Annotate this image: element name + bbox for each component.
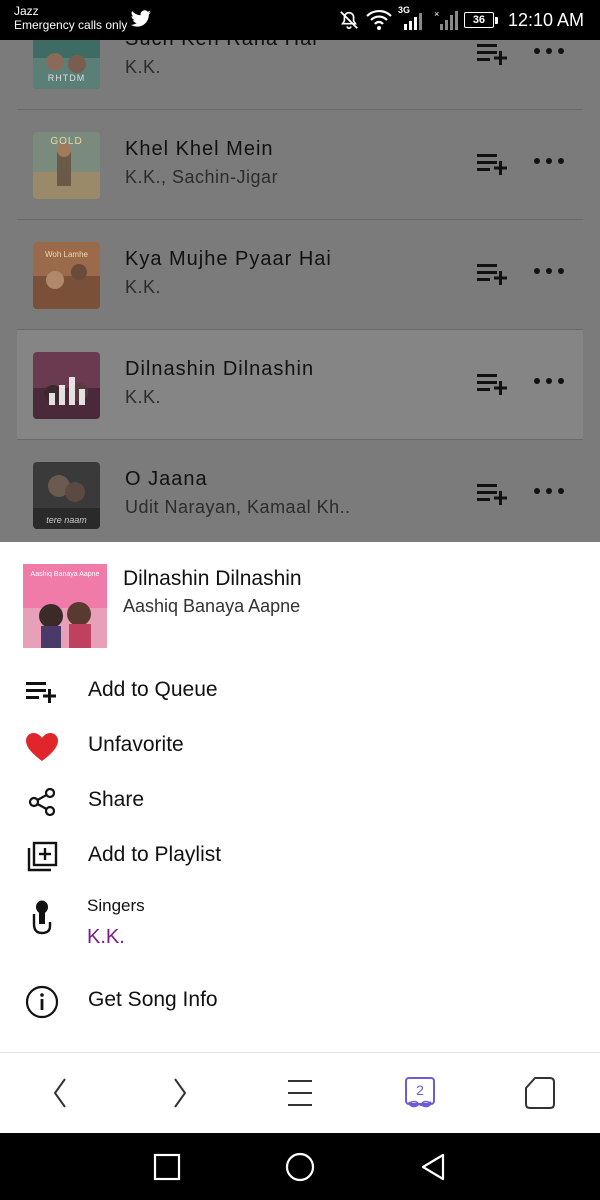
add-to-queue-option[interactable]: Add to Queue — [0, 666, 600, 716]
song-title: O Jaana — [125, 468, 208, 490]
song-artist: K.K. — [125, 277, 162, 297]
share-label: Share — [88, 788, 145, 811]
browser-nav-bar: 2 — [0, 1052, 600, 1133]
heart-icon — [24, 729, 60, 765]
song-artist: Udit Narayan, Kamaal Kh.. — [125, 497, 351, 517]
equalizer-icon — [33, 352, 100, 419]
song-cover: Woh Lamhe — [33, 242, 100, 309]
home-button[interactable] — [518, 1073, 562, 1113]
sheet-header: Aashiq Banaya Aapne Dilnashin Dilnashin … — [23, 564, 583, 650]
singers-option[interactable]: Singers K.K. — [0, 896, 600, 966]
add-to-playlist-label: Add to Playlist — [88, 843, 222, 866]
back-triangle-icon[interactable] — [417, 1151, 449, 1183]
song-row[interactable]: RHTDM Such Keh Raha Hai K.K. — [17, 40, 583, 110]
forward-button[interactable] — [158, 1073, 202, 1113]
sheet-album-name: Aashiq Banaya Aapne — [123, 596, 301, 616]
info-icon — [24, 984, 60, 1020]
more-options-icon[interactable] — [531, 484, 567, 498]
tab-count: 2 — [416, 1082, 424, 1098]
get-song-info-label: Get Song Info — [88, 988, 218, 1011]
share-icon — [24, 784, 60, 820]
song-row[interactable]: Woh Lamhe Kya Mujhe Pyaar Hai K.K. — [17, 220, 583, 330]
song-artist: K.K. — [125, 387, 162, 407]
tabs-button[interactable]: 2 — [398, 1073, 442, 1113]
song-title: Kya Mujhe Pyaar Hai — [125, 248, 332, 270]
add-to-queue-icon — [24, 674, 60, 710]
status-bar: Jazz Emergency calls only 3G × 36 12:10 … — [0, 0, 600, 40]
album-cover-text: Aashiq Banaya Aapne — [30, 571, 100, 578]
song-title: Dilnashin Dilnashin — [125, 358, 315, 380]
back-button[interactable] — [38, 1073, 82, 1113]
battery-level: 36 — [463, 12, 494, 28]
sheet-song-title: Dilnashin Dilnashin — [123, 567, 302, 590]
home-icon — [525, 1077, 555, 1109]
add-to-playlist-icon — [24, 839, 60, 875]
more-options-icon[interactable] — [531, 44, 567, 58]
emergency-text: Emergency calls only — [14, 18, 128, 32]
mute-icon — [340, 11, 358, 30]
status-icons: 3G × 36 12:10 AM — [338, 5, 584, 32]
home-circle-icon[interactable] — [284, 1151, 316, 1183]
album-cover: Aashiq Banaya Aapne — [23, 564, 107, 648]
wifi-icon — [366, 9, 392, 30]
microphone-icon — [24, 900, 60, 936]
twitter-icon — [130, 10, 151, 27]
unfavorite-option[interactable]: Unfavorite — [0, 721, 600, 771]
singers-label: Singers — [87, 896, 145, 915]
signal-icon: × — [434, 9, 458, 30]
signal-3g-icon: 3G — [398, 5, 428, 32]
get-song-info-option[interactable]: Get Song Info — [0, 976, 600, 1026]
carrier-info: Jazz Emergency calls only — [14, 4, 127, 32]
add-to-queue-icon[interactable] — [475, 150, 511, 178]
more-options-icon[interactable] — [531, 154, 567, 168]
add-to-queue-label: Add to Queue — [88, 678, 218, 701]
menu-icon — [288, 1080, 312, 1106]
cover-text: GOLD — [50, 136, 83, 147]
song-row-now-playing[interactable]: Dilnashin Dilnashin K.K. — [17, 330, 583, 440]
menu-button[interactable] — [278, 1073, 322, 1113]
song-row[interactable]: GOLD Khel Khel Mein K.K., Sachin-Jigar — [17, 110, 583, 220]
song-artist: K.K., Sachin-Jigar — [125, 167, 279, 187]
more-options-icon[interactable] — [531, 264, 567, 278]
add-to-queue-icon[interactable] — [475, 370, 511, 398]
back-icon — [53, 1078, 66, 1108]
song-cover: GOLD — [33, 132, 100, 199]
song-cover: RHTDM — [33, 40, 100, 89]
share-option[interactable]: Share — [0, 776, 600, 826]
song-cover — [33, 352, 100, 419]
recents-icon[interactable] — [151, 1151, 183, 1183]
add-to-queue-icon[interactable] — [475, 480, 511, 508]
add-to-playlist-option[interactable]: Add to Playlist — [0, 831, 600, 881]
system-nav-bar — [0, 1133, 600, 1200]
battery-icon: 36 — [463, 12, 498, 28]
add-to-queue-icon[interactable] — [475, 260, 511, 288]
carrier-name: Jazz — [14, 4, 39, 18]
song-cover: tere naam — [33, 462, 100, 529]
cover-text: tere naam — [46, 515, 87, 525]
svg-text:×: × — [434, 9, 439, 19]
add-to-queue-icon[interactable] — [475, 40, 511, 68]
song-title: Khel Khel Mein — [125, 138, 274, 160]
forward-icon — [174, 1078, 187, 1108]
singer-link[interactable]: K.K. — [87, 926, 125, 949]
cover-text: RHTDM — [47, 73, 86, 83]
song-artist: K.K. — [125, 57, 162, 77]
cover-text: Woh Lamhe — [45, 250, 88, 259]
song-title: Such Keh Raha Hai — [125, 40, 318, 51]
clock: 12:10 AM — [507, 9, 584, 30]
song-row[interactable]: tere naam O Jaana Udit Narayan, Kamaal K… — [17, 440, 583, 542]
unfavorite-label: Unfavorite — [88, 733, 184, 756]
song-list: RHTDM Such Keh Raha Hai K.K. GOLD Khel K… — [0, 40, 600, 542]
song-options-sheet: Aashiq Banaya Aapne Dilnashin Dilnashin … — [0, 542, 600, 1052]
more-options-icon[interactable] — [531, 374, 567, 388]
